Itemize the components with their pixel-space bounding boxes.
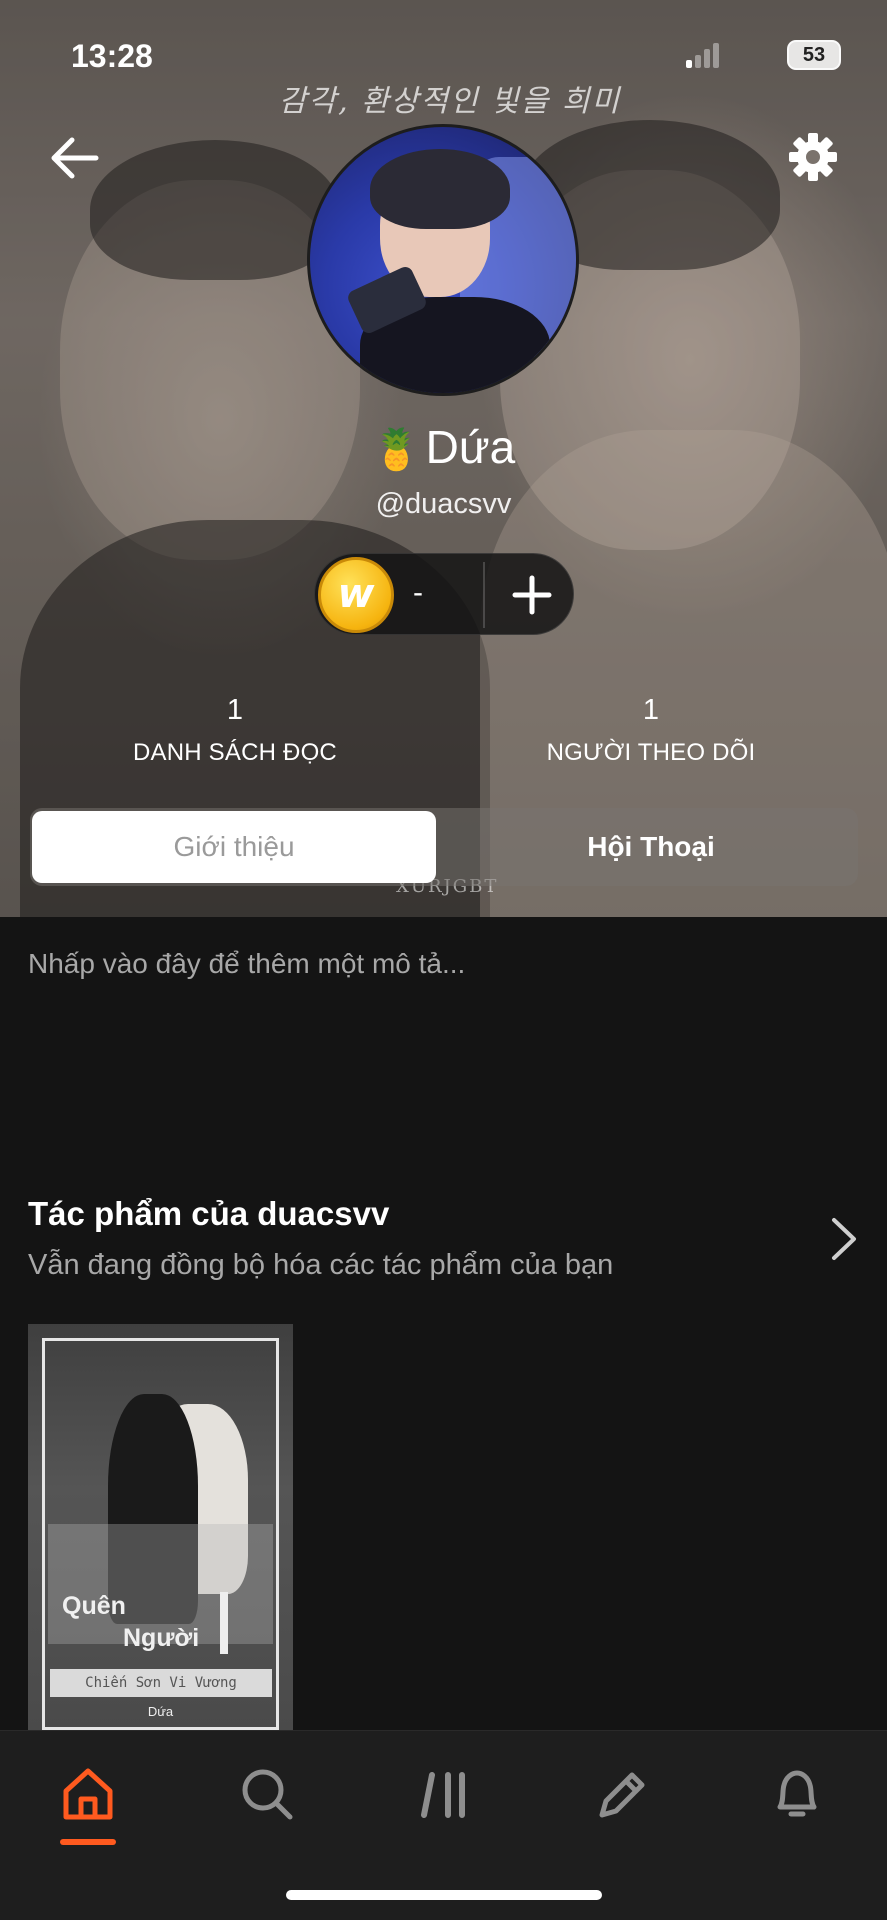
stat-value: 1 xyxy=(226,694,244,726)
book-cover[interactable]: Quên Người Chiến Sơn Vi Vương Dứa xyxy=(28,1324,293,1734)
nav-library[interactable] xyxy=(410,1759,480,1829)
book-title-line: Người xyxy=(123,1624,200,1652)
active-tab-indicator xyxy=(60,1839,116,1845)
search-icon xyxy=(242,1769,293,1820)
divider xyxy=(483,562,485,628)
stat-label: NGƯỜI THEO DÕI xyxy=(546,739,756,766)
pineapple-icon: 🍍 xyxy=(371,428,422,472)
status-time: 13:28 xyxy=(71,38,153,74)
about-description[interactable]: Nhấp vào đây để thêm một mô tả... xyxy=(28,948,465,980)
stat-label: DANH SÁCH ĐỌC xyxy=(133,739,337,766)
works-subtitle: Vẫn đang đồng bộ hóa các tác phẩm của bạ… xyxy=(28,1249,614,1281)
book-author: Dứa xyxy=(147,1704,174,1719)
bell-icon xyxy=(777,1770,817,1817)
works-title[interactable]: Tác phẩm của duacsvv xyxy=(28,1195,389,1233)
nav-write[interactable] xyxy=(586,1759,656,1829)
stat-reading-lists[interactable]: 1 DANH SÁCH ĐỌC xyxy=(85,694,385,767)
nav-notifications[interactable] xyxy=(762,1759,832,1829)
avatar[interactable] xyxy=(307,124,579,396)
cover-korean-text: 감각, 환상적인 빛을 희미 xyxy=(278,84,622,119)
home-icon xyxy=(63,1768,113,1820)
profile-tabs: Giới thiệu Hội Thoại xyxy=(30,808,858,886)
battery-icon: 53 xyxy=(787,40,841,70)
display-name: 🍍Dứa xyxy=(0,420,887,474)
book-title-line: Quên xyxy=(62,1592,126,1620)
gear-icon xyxy=(789,133,837,181)
nav-search[interactable] xyxy=(232,1759,302,1829)
library-icon xyxy=(421,1772,465,1818)
tab-conversations[interactable]: Hội Thoại xyxy=(446,808,856,886)
signal-icon xyxy=(686,42,722,68)
pencil-icon xyxy=(599,1772,645,1818)
display-name-text: Dứa xyxy=(425,421,516,473)
coins-widget[interactable]: w - xyxy=(314,553,574,635)
book-subtitle: Chiến Sơn Vi Vương xyxy=(50,1669,272,1697)
username: @duacsvv xyxy=(375,488,512,520)
nav-home[interactable] xyxy=(53,1759,123,1829)
profile-header: 감각, 환상적인 빛을 희미 XURJGBT 13:28 53 🍍Dứa @du… xyxy=(0,0,887,917)
settings-button[interactable] xyxy=(788,132,838,182)
coin-icon: w xyxy=(318,557,394,633)
works-see-all-button[interactable] xyxy=(826,1214,862,1264)
plus-icon xyxy=(512,575,552,615)
add-coins-button[interactable] xyxy=(491,554,573,636)
tab-about[interactable]: Giới thiệu xyxy=(32,811,436,883)
divider xyxy=(220,1592,228,1654)
home-indicator xyxy=(286,1890,602,1900)
chevron-right-icon xyxy=(832,1218,856,1260)
stat-followers[interactable]: 1 NGƯỜI THEO DÕI xyxy=(501,694,801,767)
stat-value: 1 xyxy=(642,694,660,726)
back-button[interactable] xyxy=(46,134,100,182)
arrow-left-icon xyxy=(51,137,99,179)
coin-balance: - xyxy=(413,576,423,609)
